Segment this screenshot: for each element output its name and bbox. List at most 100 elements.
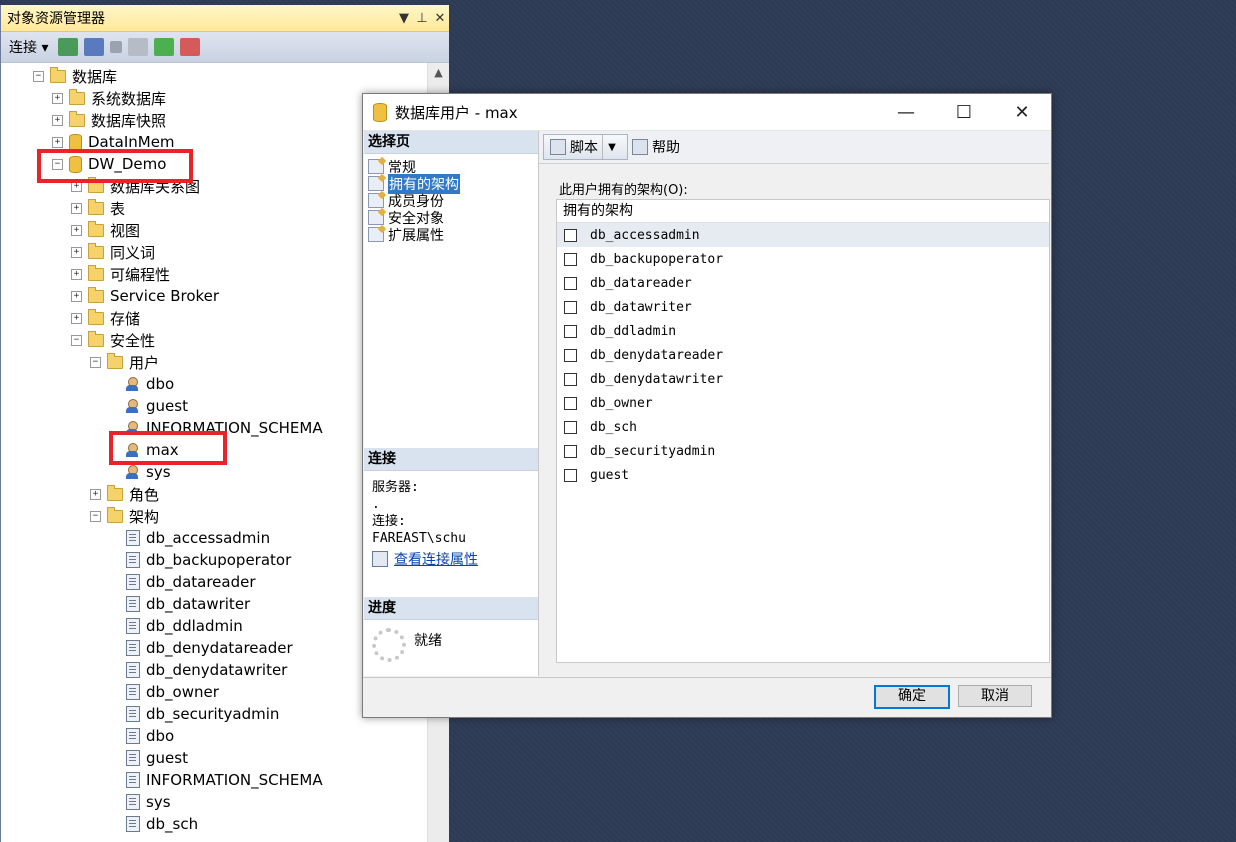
schema-checkbox[interactable] [564,396,577,410]
owned-schema-row[interactable]: db_accessadmin [557,223,1049,247]
script-dropdown-icon[interactable]: ▼ [602,135,621,159]
select-page-item[interactable]: 拥有的架构 [364,173,538,194]
expand-icon[interactable]: + [52,92,63,104]
tree-node[interactable]: sys [109,791,171,813]
close-icon[interactable]: ✕ [431,11,449,26]
tree-node-label: db_accessadmin [146,529,271,547]
expand-icon[interactable]: + [71,290,82,302]
pin-icon[interactable]: ⊥ [413,11,431,26]
view-connection-properties-link[interactable]: 查看连接属性 [388,549,478,569]
tree-node[interactable]: guest [109,747,188,769]
schema-checkbox[interactable] [564,324,577,338]
tree-node[interactable]: db_securityadmin [109,703,279,725]
select-page-item[interactable]: 成员身份 [364,192,538,210]
tree-node[interactable]: db_denydatareader [109,637,293,659]
script-button[interactable]: 脚本 ▼ [543,134,628,160]
schema-checkbox[interactable] [564,300,577,314]
tree-node[interactable]: + 角色 [90,483,159,505]
tree-node[interactable]: db_ddladmin [109,615,243,637]
owned-schema-row[interactable]: guest [557,463,1049,487]
dialog-close-icon[interactable]: ✕ [993,102,1051,123]
tree-node[interactable]: dbo [109,373,174,395]
schema-checkbox[interactable] [564,276,577,290]
owned-schema-row[interactable]: db_denydatawriter [557,367,1049,391]
tree-node[interactable]: − 用户 [90,351,159,373]
tree-node[interactable]: guest [109,395,188,417]
expand-icon[interactable]: + [90,488,101,500]
page-icon [368,227,384,242]
folder-icon [107,352,123,369]
expand-icon[interactable]: + [52,114,63,126]
tree-node[interactable]: + 数据库快照 [52,109,166,131]
help-button[interactable]: 帮助 [632,137,680,157]
collapse-icon[interactable]: − [33,70,44,82]
tree-node[interactable]: db_accessadmin [109,527,270,549]
connect-icon[interactable] [58,38,79,56]
tree-node[interactable]: db_datawriter [109,593,250,615]
tree-node-label: db_ddladmin [146,617,243,635]
select-page-item[interactable]: 常规 [364,158,538,176]
tree-node[interactable]: INFORMATION_SCHEMA [109,769,323,791]
tree-node[interactable]: + 表 [71,197,125,219]
collapse-icon[interactable]: − [90,510,101,522]
tree-node[interactable]: + 同义词 [71,241,155,263]
expand-icon[interactable]: + [71,202,82,214]
tree-node[interactable]: db_backupoperator [109,549,291,571]
expand-icon[interactable]: + [52,136,63,148]
expand-icon[interactable]: + [71,268,82,280]
maximize-icon[interactable]: ☐ [935,102,993,123]
owned-schema-row[interactable]: db_securityadmin [557,439,1049,463]
collapse-icon[interactable]: − [71,334,82,346]
tree-node[interactable]: + 存储 [71,307,140,329]
tree-node[interactable]: db_sch [109,813,198,835]
owned-schema-row[interactable]: db_sch [557,415,1049,439]
tree-node[interactable]: + 视图 [71,219,140,241]
select-page-item[interactable]: 安全对象 [364,209,538,227]
connect-button[interactable]: 连接 ▾ [9,37,48,57]
tree-node[interactable]: − 安全性 [71,329,155,351]
schema-checkbox[interactable] [564,468,577,482]
owned-schemas-column-header[interactable]: 拥有的架构 [557,200,1049,223]
refresh-icon[interactable] [154,38,175,56]
tree-node[interactable]: dbo [109,725,174,747]
tree-node[interactable]: + Service Broker [71,285,219,307]
minimize-icon[interactable]: — [877,102,935,123]
owned-schema-row[interactable]: db_datareader [557,271,1049,295]
user-icon [126,464,140,480]
tree-node[interactable]: + 系统数据库 [52,87,166,109]
expand-icon[interactable]: + [71,246,82,258]
schema-checkbox[interactable] [564,444,577,458]
window-position-dropdown-icon[interactable]: ▼ [395,11,413,26]
scroll-up-icon[interactable]: ▲ [428,63,449,83]
owned-schema-row[interactable]: db_denydatareader [557,343,1049,367]
stop-icon[interactable] [110,41,123,53]
schema-checkbox[interactable] [564,228,577,242]
activity-monitor-icon[interactable] [180,38,201,56]
select-page-item[interactable]: 扩展属性 [364,226,538,244]
expand-icon[interactable]: + [71,312,82,324]
folder-icon [88,330,104,347]
tree-node[interactable]: + 可编程性 [71,263,170,285]
disconnect-icon[interactable] [84,38,105,56]
collapse-icon[interactable]: − [90,356,101,368]
filter-icon[interactable] [128,38,149,56]
schema-icon [126,772,140,788]
schema-checkbox[interactable] [564,252,577,266]
owned-schema-row[interactable]: db_backupoperator [557,247,1049,271]
expand-icon[interactable]: + [71,224,82,236]
schema-checkbox[interactable] [564,348,577,362]
schema-checkbox[interactable] [564,420,577,434]
page-icon [368,176,384,191]
owned-schema-row[interactable]: db_datawriter [557,295,1049,319]
tree-node[interactable]: − 数据库 [33,65,117,87]
cancel-button[interactable]: 取消 [958,685,1032,707]
tree-node[interactable]: − 架构 [90,505,159,527]
connection-properties-icon [372,551,388,567]
schema-checkbox[interactable] [564,372,577,386]
owned-schema-row[interactable]: db_ddladmin [557,319,1049,343]
owned-schema-row[interactable]: db_owner [557,391,1049,415]
tree-node[interactable]: db_datareader [109,571,256,593]
tree-node[interactable]: db_denydatawriter [109,659,287,681]
ok-button[interactable]: 确定 [874,685,950,709]
tree-node[interactable]: db_owner [109,681,219,703]
